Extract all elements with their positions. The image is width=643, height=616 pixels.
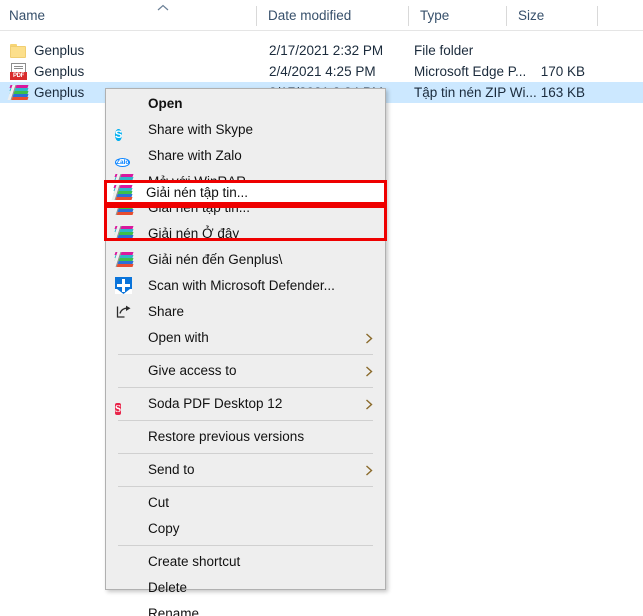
sort-ascending-chevron-up-icon (157, 4, 169, 12)
winrar-icon (112, 199, 134, 218)
menu-item-extract-here[interactable]: Giải nén Ở đây (106, 221, 385, 247)
defender-shield-icon (115, 277, 134, 296)
menu-item-label: Giải nén đến Genplus\ (148, 252, 283, 267)
menu-item-restore-previous-versions[interactable]: Restore previous versions (106, 424, 385, 450)
pdf-file-icon: PDF (10, 63, 28, 80)
share-arrow-icon (115, 303, 134, 322)
menu-item-label: Soda PDF Desktop 12 (148, 396, 283, 411)
menu-separator (118, 387, 373, 388)
column-header-type[interactable]: Type (411, 0, 505, 31)
soda-pdf-icon: S (115, 403, 122, 415)
chevron-right-icon (365, 391, 373, 417)
menu-separator (118, 453, 373, 454)
column-header-size-label: Size (518, 8, 545, 23)
menu-separator (118, 545, 373, 546)
menu-item-label: Share with Skype (148, 122, 254, 137)
zalo-icon: Zalo (115, 158, 131, 167)
menu-item-send-to[interactable]: Send to (106, 457, 385, 483)
menu-item-copy[interactable]: Copy (106, 516, 385, 542)
cell-date-modified: 2/4/2021 4:25 PM (269, 64, 376, 79)
highlighted-label-extract-files[interactable]: Giải nén tập tin... (111, 181, 376, 204)
menu-item-label: Give access to (148, 363, 237, 378)
menu-item-share-with-zalo[interactable]: Zalo Share with Zalo (106, 143, 385, 169)
menu-item-open-with[interactable]: Open with (106, 325, 385, 351)
table-row[interactable]: PDF Genplus 2/4/2021 4:25 PM Microsoft E… (0, 61, 643, 82)
menu-item-scan-with-defender[interactable]: Scan with Microsoft Defender... (106, 273, 385, 299)
cell-size: 170 KB (540, 64, 585, 79)
context-menu: Open S Share with Skype Zalo Share with … (105, 88, 386, 616)
menu-separator (118, 420, 373, 421)
cell-name: Genplus (34, 43, 85, 58)
menu-item-label: Copy (148, 521, 180, 536)
column-header-date-label: Date modified (268, 8, 352, 23)
cell-name: Genplus (34, 85, 85, 100)
menu-item-create-shortcut[interactable]: Create shortcut (106, 549, 385, 575)
column-header-date-modified[interactable]: Date modified (259, 0, 407, 31)
header-underline (0, 30, 643, 31)
column-header-name-label: Name (9, 8, 46, 23)
menu-item-give-access-to[interactable]: Give access to (106, 358, 385, 384)
table-row[interactable]: Genplus 2/17/2021 2:32 PM File folder (0, 40, 643, 61)
menu-item-label: Open with (148, 330, 209, 345)
menu-item-label: Share with Zalo (148, 148, 242, 163)
column-header-type-label: Type (420, 8, 450, 23)
menu-separator (118, 354, 373, 355)
cell-type: File folder (414, 43, 474, 58)
winrar-icon (112, 225, 134, 244)
cell-name: Genplus (34, 64, 85, 79)
menu-item-label: Rename (148, 606, 200, 616)
menu-item-label: Open (148, 96, 183, 111)
menu-item-label: Giải nén tập tin... (146, 185, 249, 200)
menu-item-label: Restore previous versions (148, 429, 305, 444)
menu-item-delete[interactable]: Delete (106, 575, 385, 601)
menu-item-label: Cut (148, 495, 170, 510)
cell-size (500, 40, 585, 61)
column-divider-3[interactable] (506, 6, 507, 26)
menu-item-cut[interactable]: Cut (106, 490, 385, 516)
menu-item-open[interactable]: Open (106, 91, 385, 117)
menu-item-label: Send to (148, 462, 195, 477)
menu-item-label: Share (148, 304, 185, 319)
cell-size: 163 KB (540, 85, 585, 100)
winrar-archive-icon (7, 84, 29, 101)
menu-item-rename[interactable]: Rename (106, 601, 385, 616)
chevron-right-icon (365, 325, 373, 351)
winrar-icon (112, 251, 134, 270)
menu-item-label: Scan with Microsoft Defender... (148, 278, 335, 293)
menu-item-label: Create shortcut (148, 554, 241, 569)
column-header-name[interactable]: Name (0, 0, 255, 31)
menu-item-label: Giải nén Ở đây (148, 226, 240, 241)
column-divider-4[interactable] (597, 6, 598, 26)
winrar-icon (111, 184, 133, 201)
menu-item-share-with-skype[interactable]: S Share with Skype (106, 117, 385, 143)
menu-item-extract-to-folder[interactable]: Giải nén đến Genplus\ (106, 247, 385, 273)
skype-icon: S (115, 129, 123, 141)
column-divider-2[interactable] (408, 6, 409, 26)
column-header-row: Name Date modified Type Size (0, 0, 643, 31)
cell-date-modified: 2/17/2021 2:32 PM (269, 43, 384, 58)
column-divider-1[interactable] (256, 6, 257, 26)
menu-item-share[interactable]: Share (106, 299, 385, 325)
menu-item-label: Delete (148, 580, 188, 595)
column-header-size[interactable]: Size (509, 0, 596, 31)
explorer-window: Name Date modified Type Size Genplus 2/1… (0, 0, 643, 616)
chevron-right-icon (365, 358, 373, 384)
menu-item-soda-pdf-desktop[interactable]: S Soda PDF Desktop 12 (106, 391, 385, 417)
folder-icon (10, 42, 28, 59)
chevron-right-icon (365, 457, 373, 483)
menu-separator (118, 486, 373, 487)
